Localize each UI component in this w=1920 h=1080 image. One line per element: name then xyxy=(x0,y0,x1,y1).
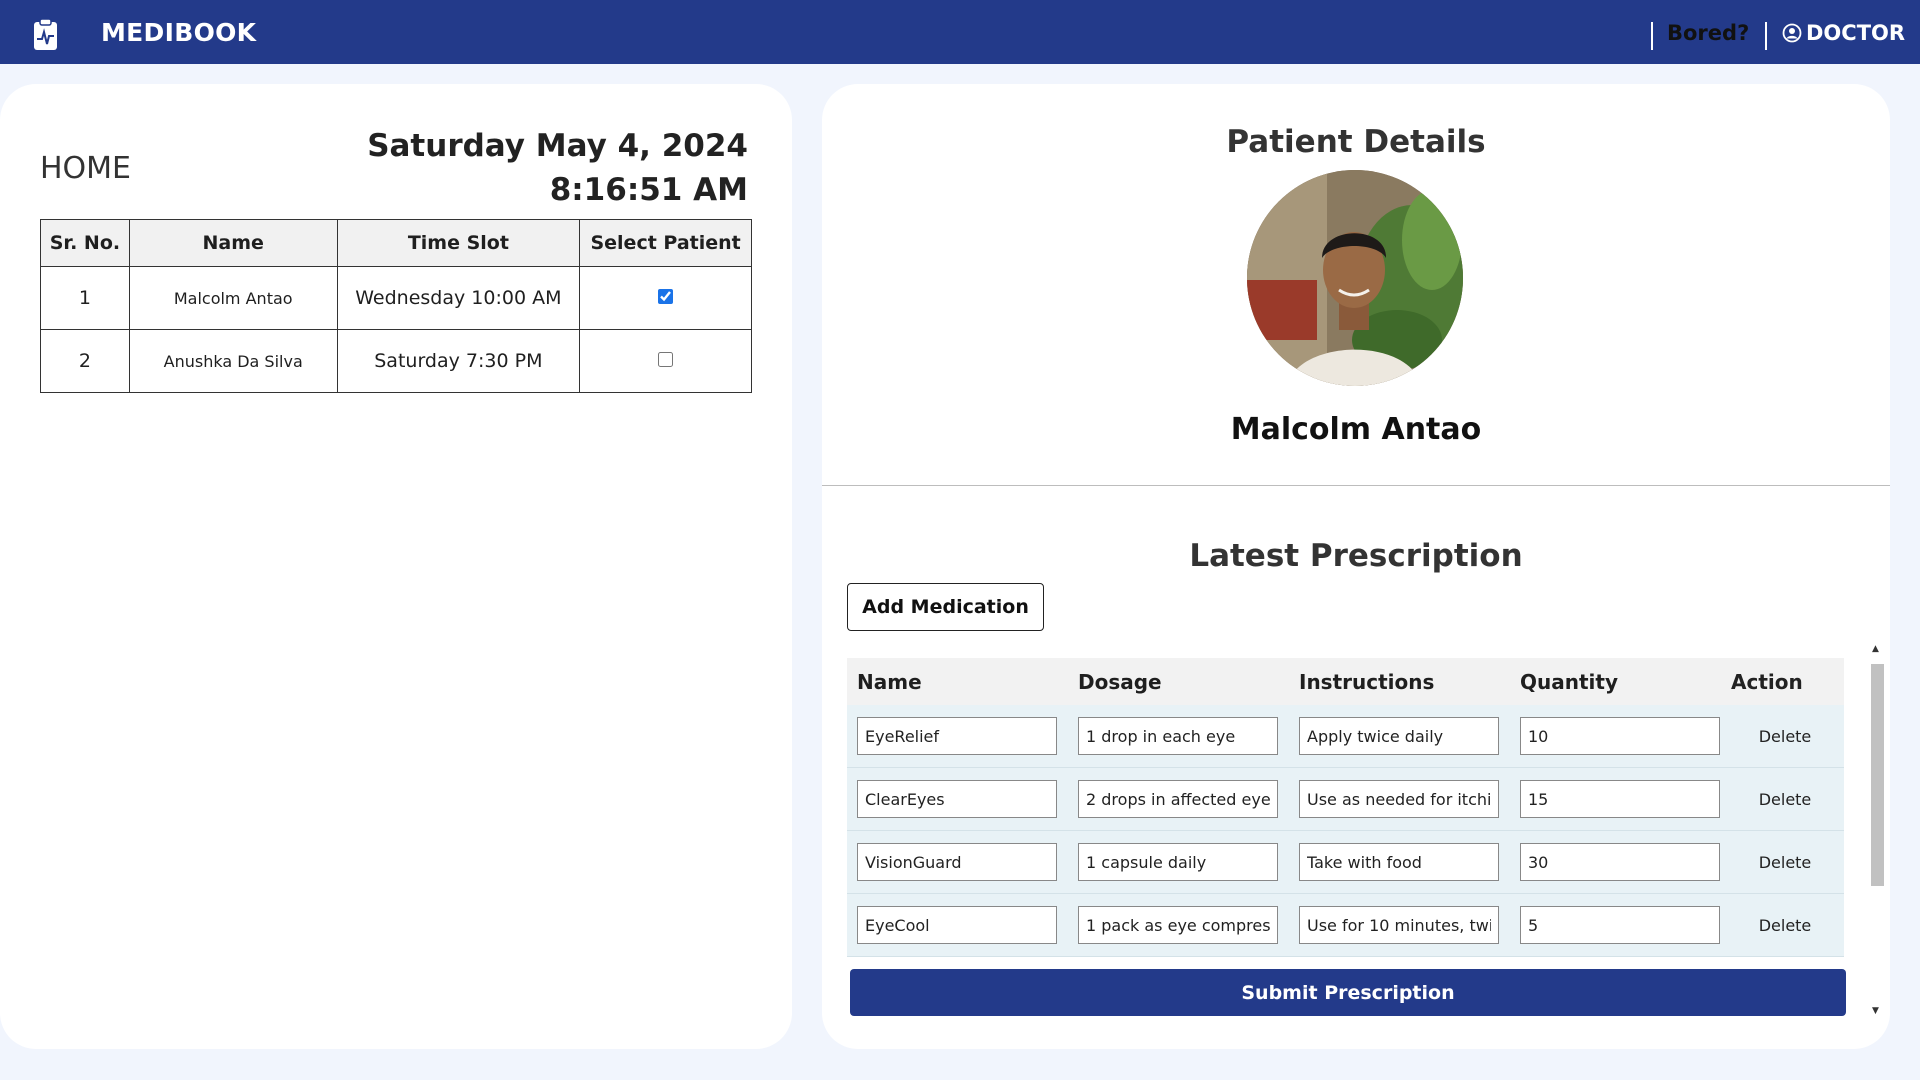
dosage-input[interactable] xyxy=(1078,780,1278,818)
delete-button[interactable]: Delete xyxy=(1731,853,1839,872)
patient-name-cell: Malcolm Antao xyxy=(128,266,338,330)
col-header-time-slot: Time Slot xyxy=(336,219,581,267)
latest-prescription-title: Latest Prescription xyxy=(1189,538,1523,574)
patient-name-cell: Anushka Da Silva xyxy=(128,329,338,393)
col-header-dosage: Dosage xyxy=(1078,669,1162,694)
quantity-input[interactable] xyxy=(1520,717,1720,755)
dosage-input[interactable] xyxy=(1078,717,1278,755)
quantity-input[interactable] xyxy=(1520,906,1720,944)
select-patient-checkbox[interactable] xyxy=(658,289,674,304)
current-time: 8:16:51 AM xyxy=(549,172,748,208)
sr-number: 2 xyxy=(40,329,130,393)
patient-avatar xyxy=(1247,170,1463,386)
table-row: Delete xyxy=(847,705,1844,768)
scroll-down-arrow-icon[interactable]: ▼ xyxy=(1872,1006,1879,1016)
nav-separator xyxy=(1651,22,1653,50)
select-patient-checkbox[interactable] xyxy=(658,352,674,367)
brand-name[interactable]: MEDIBOOK xyxy=(101,18,256,47)
add-medication-button[interactable]: Add Medication xyxy=(847,583,1044,631)
patient-details-panel: Patient Details Malcolm Antao Latest Pre… xyxy=(822,84,1890,1049)
instructions-input[interactable] xyxy=(1299,780,1499,818)
patient-name: Malcolm Antao xyxy=(1230,412,1482,447)
quantity-input[interactable] xyxy=(1520,780,1720,818)
medication-name-input[interactable] xyxy=(857,780,1057,818)
current-date: Saturday May 4, 2024 xyxy=(367,128,748,164)
patient-details-title: Patient Details xyxy=(1226,124,1486,160)
medication-name-input[interactable] xyxy=(857,717,1057,755)
dosage-input[interactable] xyxy=(1078,906,1278,944)
col-header-name: Name xyxy=(128,219,338,267)
top-nav-bar: MEDIBOOK Bored? DOCTOR xyxy=(0,0,1920,64)
appointments-table: Sr. No. Name Time Slot Select Patient 1 … xyxy=(40,219,752,393)
col-header-action: Action xyxy=(1731,669,1803,694)
time-slot-cell: Wednesday 10:00 AM xyxy=(336,266,581,330)
quantity-input[interactable] xyxy=(1520,843,1720,881)
table-row: Delete xyxy=(847,768,1844,831)
nav-separator xyxy=(1765,22,1767,50)
delete-button[interactable]: Delete xyxy=(1731,916,1839,935)
clipboard-pulse-icon[interactable] xyxy=(33,18,58,51)
select-cell xyxy=(579,329,752,393)
nav-bored-link[interactable]: Bored? xyxy=(1667,21,1749,45)
medication-name-input[interactable] xyxy=(857,843,1057,881)
table-row: 2 Anushka Da Silva Saturday 7:30 PM xyxy=(40,329,752,393)
col-header-sr: Sr. No. xyxy=(40,219,130,267)
medication-name-input[interactable] xyxy=(857,906,1057,944)
table-row: Delete xyxy=(847,831,1844,894)
instructions-input[interactable] xyxy=(1299,906,1499,944)
instructions-input[interactable] xyxy=(1299,843,1499,881)
delete-button[interactable]: Delete xyxy=(1731,727,1839,746)
nav-doctor-label: DOCTOR xyxy=(1806,21,1906,45)
home-title: HOME xyxy=(40,151,132,186)
submit-prescription-button[interactable]: Submit Prescription xyxy=(850,969,1846,1016)
patient-photo xyxy=(1247,170,1463,386)
nav-doctor-link[interactable]: DOCTOR xyxy=(1782,21,1905,45)
col-header-instructions: Instructions xyxy=(1299,669,1435,694)
scroll-up-arrow-icon[interactable]: ▲ xyxy=(1872,644,1879,654)
dosage-input[interactable] xyxy=(1078,843,1278,881)
table-row: Delete xyxy=(847,894,1844,957)
col-header-name: Name xyxy=(857,669,922,694)
instructions-input[interactable] xyxy=(1299,717,1499,755)
prescription-scrollbar[interactable]: ▲ ▼ xyxy=(1869,644,1884,1016)
select-cell xyxy=(579,266,752,330)
delete-button[interactable]: Delete xyxy=(1731,790,1839,809)
prescription-table: Name Dosage Instructions Quantity Action… xyxy=(847,658,1844,957)
section-divider xyxy=(822,485,1890,486)
time-slot-cell: Saturday 7:30 PM xyxy=(336,329,581,393)
prescription-table-header: Name Dosage Instructions Quantity Action xyxy=(847,658,1844,705)
sr-number: 1 xyxy=(40,266,130,330)
col-header-select: Select Patient xyxy=(579,219,752,267)
user-circle-icon xyxy=(1782,23,1802,43)
scrollbar-thumb[interactable] xyxy=(1871,664,1884,886)
col-header-quantity: Quantity xyxy=(1520,669,1618,694)
home-panel: HOME Saturday May 4, 2024 8:16:51 AM Sr.… xyxy=(0,84,792,1049)
table-row: 1 Malcolm Antao Wednesday 10:00 AM xyxy=(40,266,752,330)
